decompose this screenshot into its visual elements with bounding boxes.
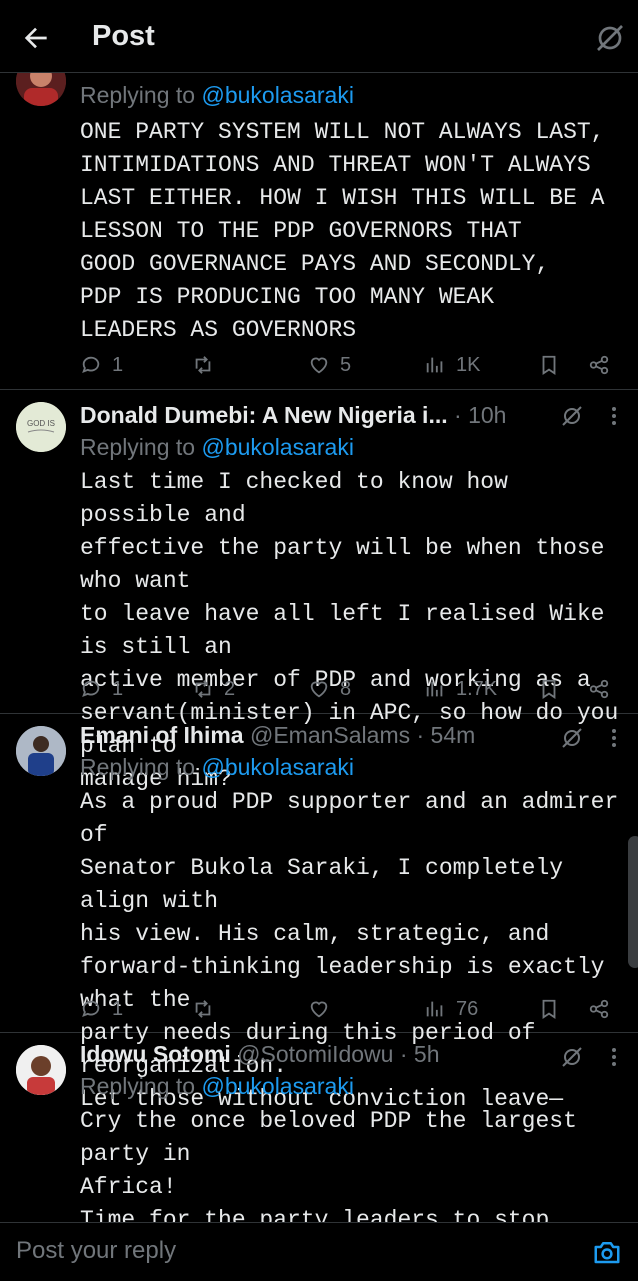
handle-time: @EmanSalams · 54m: [243, 722, 476, 748]
avatar[interactable]: GOD IS: [16, 402, 66, 452]
reply-post[interactable]: Emani of Ihima @EmanSalams · 54m Replyin…: [0, 714, 638, 1112]
replying-to-line: Replying to @bukolasaraki: [80, 432, 354, 462]
bookmark-button[interactable]: [538, 350, 560, 380]
avatar[interactable]: [16, 72, 66, 106]
views-icon: [426, 1001, 443, 1017]
reply-count: 1: [112, 353, 124, 376]
reply-button[interactable]: 1: [80, 674, 123, 704]
reply-icon: [82, 680, 100, 697]
reply-composer: Post your reply: [0, 1222, 638, 1281]
mention-link[interactable]: @bukolasaraki: [201, 82, 353, 108]
reply-icon: [82, 356, 100, 373]
share-icon: [589, 355, 609, 375]
views-button[interactable]: 76: [424, 994, 478, 1024]
views-button[interactable]: 1.7K: [424, 674, 497, 704]
mention-link[interactable]: @bukolasaraki: [201, 1073, 353, 1099]
share-button[interactable]: [588, 350, 610, 380]
repost-button[interactable]: [192, 994, 224, 1024]
replying-to-label: Replying to: [80, 754, 202, 780]
replying-to-label: Replying to: [80, 434, 202, 460]
avatar[interactable]: [16, 1045, 66, 1095]
action-bar: 1 2 8 1.7K: [80, 674, 620, 704]
scrollbar-handle[interactable]: [628, 836, 638, 968]
share-button[interactable]: [588, 994, 610, 1024]
bookmark-icon: [542, 679, 556, 699]
repost-button[interactable]: 2: [192, 674, 235, 704]
bookmark-icon: [542, 999, 556, 1019]
reply-input[interactable]: Post your reply: [16, 1237, 176, 1265]
reply-post[interactable]: GOD IS Donald Dumebi: A New Nigeria i...…: [0, 390, 638, 792]
reply-button[interactable]: 1: [80, 350, 123, 380]
bookmark-button[interactable]: [538, 674, 560, 704]
top-bar: Post: [0, 0, 638, 73]
like-button[interactable]: 5: [308, 350, 351, 380]
heart-icon: [310, 357, 328, 374]
post-header: Emani of Ihima @EmanSalams · 54m: [80, 720, 614, 750]
bookmark-button[interactable]: [538, 994, 560, 1024]
handle-time: · 10h: [447, 402, 507, 428]
camera-icon[interactable]: [592, 1237, 622, 1267]
avatar-image: [16, 72, 66, 106]
views-button[interactable]: 1K: [424, 350, 480, 380]
views-count: 76: [456, 997, 479, 1020]
replying-to-line: Replying to @bukolasaraki: [80, 80, 354, 110]
like-button[interactable]: [308, 994, 340, 1024]
display-name[interactable]: Idowu Sotomi: [80, 1041, 231, 1067]
reply-post[interactable]: Replying to @bukolasaraki ONE PARTY SYST…: [0, 72, 638, 390]
bookmark-icon: [542, 355, 556, 375]
heart-icon: [310, 681, 328, 698]
reply-icon: [82, 1000, 100, 1017]
mention-link[interactable]: @bukolasaraki: [201, 434, 353, 460]
more-options-icon[interactable]: [604, 404, 624, 428]
like-button[interactable]: 8: [308, 674, 351, 704]
repost-icon: [195, 1000, 211, 1018]
avatar-image: [16, 1045, 66, 1095]
share-icon: [589, 679, 609, 699]
action-bar: 1 76: [80, 994, 620, 1024]
replying-to-label: Replying to: [80, 1073, 202, 1099]
handle-time: @SotomiIdowu · 5h: [230, 1041, 440, 1067]
mention-link[interactable]: @bukolasaraki: [201, 754, 353, 780]
back-arrow-icon[interactable]: [20, 22, 52, 54]
replying-to-line: Replying to @bukolasaraki: [80, 1071, 354, 1101]
like-count: 5: [340, 353, 352, 376]
avatar-image: GOD IS: [16, 402, 66, 452]
reply-count: 1: [112, 677, 124, 700]
replies-feed[interactable]: Replying to @bukolasaraki ONE PARTY SYST…: [0, 72, 638, 1222]
repost-button[interactable]: [192, 350, 224, 380]
post-text: Cry the once beloved PDP the largest par…: [80, 1108, 577, 1222]
like-count: 8: [340, 677, 352, 700]
views-icon: [426, 357, 443, 373]
grok-icon[interactable]: [560, 726, 584, 750]
repost-count: 2: [224, 677, 236, 700]
action-bar: 1 5 1K: [80, 350, 620, 380]
grok-icon[interactable]: [560, 1045, 584, 1069]
reply-button[interactable]: 1: [80, 994, 123, 1024]
replying-to-line: Replying to @bukolasaraki: [80, 752, 354, 782]
post-header: Idowu Sotomi @SotomiIdowu · 5h: [80, 1039, 614, 1069]
repost-icon: [195, 680, 211, 698]
avatar[interactable]: [16, 726, 66, 776]
grok-icon[interactable]: [594, 22, 626, 54]
views-count: 1.7K: [456, 677, 498, 700]
display-name[interactable]: Emani of Ihima: [80, 722, 244, 748]
post-header: Donald Dumebi: A New Nigeria i... · 10h: [80, 400, 614, 430]
grok-icon[interactable]: [560, 404, 584, 428]
share-button[interactable]: [588, 674, 610, 704]
display-name[interactable]: Donald Dumebi: A New Nigeria i...: [80, 402, 448, 428]
share-icon: [589, 999, 609, 1019]
views-icon: [426, 681, 443, 697]
more-options-icon[interactable]: [604, 726, 624, 750]
avatar-text: GOD IS: [27, 419, 55, 428]
reply-post[interactable]: Idowu Sotomi @SotomiIdowu · 5h Replying …: [0, 1033, 638, 1222]
heart-icon: [310, 1001, 328, 1018]
page-title: Post: [92, 20, 155, 52]
replying-to-label: Replying to: [80, 82, 202, 108]
more-options-icon[interactable]: [604, 1045, 624, 1069]
views-count: 1K: [456, 353, 481, 376]
post-text: ONE PARTY SYSTEM WILL NOT ALWAYS LAST, I…: [80, 119, 605, 343]
repost-icon: [195, 356, 211, 374]
reply-count: 1: [112, 997, 124, 1020]
avatar-image: [16, 726, 66, 776]
